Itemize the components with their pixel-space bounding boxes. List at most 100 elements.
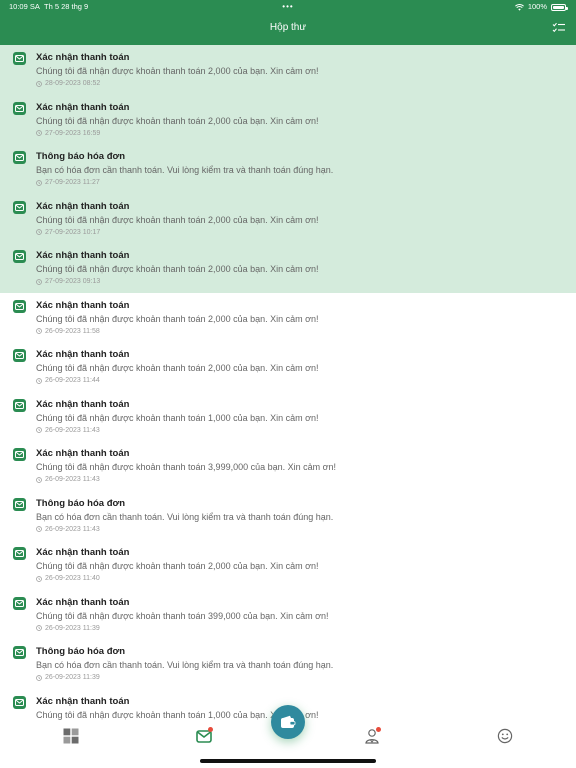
clock-icon <box>36 278 42 285</box>
notification-time: 26-09-2023 11:43 <box>36 427 100 434</box>
notification-item[interactable]: Xác nhận thanh toán Chúng tôi đã nhận đượ… <box>0 45 576 95</box>
notification-time-text: 27-09-2023 11:27 <box>45 179 100 186</box>
envelope-icon <box>13 497 26 511</box>
notification-title: Thông báo hóa đơn <box>36 151 126 162</box>
home-indicator <box>200 759 376 763</box>
notification-item[interactable]: Xác nhận thanh toán Chúng tôi đã nhận đượ… <box>0 441 576 491</box>
notification-message: Chúng tôi đã nhận được khoản thanh toán … <box>36 115 319 126</box>
notification-title: Xác nhận thanh toán <box>36 695 130 707</box>
notification-time-text: 26-09-2023 11:58 <box>45 327 100 335</box>
clock-icon <box>36 80 42 87</box>
clock-icon <box>36 476 42 483</box>
clock-icon <box>36 229 42 235</box>
notification-item[interactable]: Xác nhận thanh toán Chúng tôi đã nhận đượ… <box>0 94 576 144</box>
tab-inbox[interactable] <box>196 727 213 744</box>
smile-icon[interactable] <box>497 728 513 744</box>
notification-title: Xác nhận thanh toán <box>36 250 130 261</box>
mark-all-read-icon[interactable] <box>552 22 566 34</box>
notification-time-text: 27-09-2023 10:17 <box>45 228 101 236</box>
notification-title: Xác nhận thanh toán <box>36 200 130 212</box>
notification-item[interactable]: Xác nhận thanh toán Chúng tôi đã nhận đượ… <box>0 293 576 343</box>
envelope-icon <box>13 299 26 313</box>
clock-icon <box>36 179 42 186</box>
envelope-icon <box>13 695 26 709</box>
notification-item[interactable]: Xác nhận thanh toán Chúng tôi đã nhận đượ… <box>0 392 576 442</box>
notification-time: 27-09-2023 16:59 <box>36 130 100 137</box>
app-header: 10:09 SA Th 5 28 thg 9 ••• 100% Hộp thư <box>0 0 576 45</box>
notification-title: Xác nhận thanh toán <box>36 349 130 360</box>
clock-icon <box>36 130 42 136</box>
notification-message: Chúng tôi đã nhận được khoản thanh toán … <box>36 561 319 571</box>
notification-time: 28-09-2023 08:52 <box>36 80 100 87</box>
notification-item[interactable]: Xác nhận thanh toán Chúng tôi đã nhận đượ… <box>0 342 576 392</box>
clock-icon <box>36 674 42 681</box>
notification-time-text: 26-09-2023 11:40 <box>45 575 100 582</box>
notification-title: Thông báo hóa đơn <box>36 646 126 657</box>
clock-icon <box>36 328 42 334</box>
notification-item[interactable]: Xác nhận thanh toán Chúng tôi đã nhận đượ… <box>0 243 576 293</box>
notification-title: Xác nhận thanh toán <box>36 596 130 608</box>
notification-time: 26-09-2023 11:43 <box>36 476 100 483</box>
envelope-icon <box>13 349 26 362</box>
notification-title: Xác nhận thanh toán <box>36 448 130 459</box>
battery-icon <box>551 3 568 11</box>
clock-icon <box>36 526 42 532</box>
notification-item[interactable]: Xác nhận thanh toán Chúng tôi đã nhận đượ… <box>0 193 576 243</box>
notification-item[interactable]: Thông báo hóa đơn Bạn có hóa đơn cần than… <box>0 491 576 541</box>
notification-time-text: 27-09-2023 09:13 <box>45 278 101 285</box>
notification-list[interactable]: Xác nhận thanh toán Chúng tôi đã nhận đượ… <box>0 45 576 738</box>
notification-time: 26-09-2023 11:43 <box>36 526 100 533</box>
status-right: 100% <box>514 0 568 14</box>
notification-item[interactable]: Xác nhận thanh toán Chúng tôi đã nhận đượ… <box>0 540 576 590</box>
notification-time: 26-09-2023 11:39 <box>36 674 100 681</box>
envelope-icon <box>13 151 26 164</box>
notification-message: Chúng tôi đã nhận được khoản thanh toán … <box>36 412 319 423</box>
notification-time-text: 26-09-2023 11:39 <box>45 674 100 681</box>
notification-item[interactable]: Xác nhận thanh toán Chúng tôi đã nhận đượ… <box>0 590 576 640</box>
battery-percent: 100% <box>527 2 547 11</box>
notification-time-text: 26-09-2023 11:44 <box>45 377 100 384</box>
clock-icon <box>36 427 42 433</box>
clock-icon <box>36 377 42 384</box>
envelope-icon <box>13 250 26 263</box>
status-time: 10:09 SA Th 5 28 thg 9 <box>9 2 89 11</box>
notification-title: Xác nhận thanh toán <box>36 101 130 113</box>
notification-item[interactable]: Thông báo hóa đơn Bạn có hóa đơn cần than… <box>0 144 576 194</box>
notification-title: Xác nhận thanh toán <box>36 547 130 558</box>
notification-time: 26-09-2023 11:40 <box>36 575 100 582</box>
notification-message: Chúng tôi đã nhận được khoản thanh toán … <box>36 462 337 472</box>
page-title: Hộp thư <box>269 22 307 33</box>
notification-item[interactable]: Thông báo hóa đơn Bạn có hóa đơn cần than… <box>0 639 576 689</box>
notification-message: Chúng tôi đã nhận được khoản thanh toán … <box>36 313 319 324</box>
account-badge <box>376 727 381 732</box>
notification-message: Chúng tôi đã nhận được khoản thanh toán … <box>36 610 329 621</box>
notification-message: Chúng tôi đã nhận được khoản thanh toán … <box>36 264 319 274</box>
multitask-dots[interactable]: ••• <box>282 0 293 14</box>
tab-account[interactable] <box>364 727 381 744</box>
status-bar: 10:09 SA Th 5 28 thg 9 ••• 100% <box>0 0 576 14</box>
envelope-icon <box>13 200 26 214</box>
notification-message: Bạn có hóa đơn cần thanh toán. Vui lòng … <box>36 511 334 522</box>
notification-time: 27-09-2023 11:27 <box>36 179 100 186</box>
notification-time-text: 27-09-2023 16:59 <box>45 129 101 137</box>
envelope-icon <box>13 101 26 115</box>
envelope-icon <box>13 448 26 461</box>
notification-time: 26-09-2023 11:39 <box>36 625 100 632</box>
wallet-icon <box>281 715 296 728</box>
notification-time-text: 26-09-2023 11:43 <box>45 476 100 483</box>
notification-time: 26-09-2023 11:58 <box>36 328 100 335</box>
clock-icon <box>36 575 42 582</box>
notification-time: 27-09-2023 09:13 <box>36 278 100 285</box>
wallet-button[interactable] <box>271 705 305 739</box>
notification-title: Xác nhận thanh toán <box>36 52 130 63</box>
notification-message: Chúng tôi đã nhận được khoản thanh toán … <box>36 363 319 373</box>
notification-time-text: 26-09-2023 11:39 <box>45 624 100 632</box>
notification-message: Bạn có hóa đơn cần thanh toán. Vui lòng … <box>36 165 334 175</box>
notification-time: 27-09-2023 10:17 <box>36 229 100 236</box>
notification-title: Xác nhận thanh toán <box>36 299 130 311</box>
notification-title: Xác nhận thanh toán <box>36 398 130 410</box>
dashboard-icon[interactable] <box>63 728 79 744</box>
notification-time-text: 26-09-2023 11:43 <box>45 525 100 533</box>
envelope-icon <box>13 52 26 65</box>
notification-message: Bạn có hóa đơn cần thanh toán. Vui lòng … <box>36 660 334 670</box>
